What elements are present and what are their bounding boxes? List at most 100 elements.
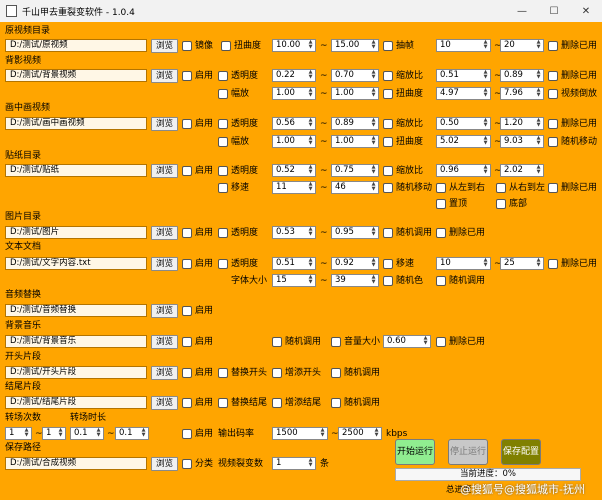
intro-random-checkbox[interactable] <box>331 368 341 378</box>
minimize-button[interactable]: — <box>506 0 538 22</box>
spin-arrows-icon[interactable]: ▲ ▼ <box>370 227 377 238</box>
image-random-checkbox[interactable] <box>383 228 393 238</box>
pip-enable-checkbox[interactable] <box>182 119 192 129</box>
text-enable-checkbox[interactable] <box>182 259 192 269</box>
spin-arrows-icon[interactable]: ▲ ▼ <box>307 182 314 193</box>
browse-source-button[interactable]: 浏览 <box>151 39 178 53</box>
pip-random-move-checkbox[interactable] <box>548 137 558 147</box>
outro-add-checkbox[interactable] <box>272 398 282 408</box>
pip-scale-max[interactable]: 1.20 ▲ ▼ <box>500 117 544 130</box>
spin-arrows-icon[interactable]: ▲ ▼ <box>307 40 314 51</box>
intro-add-checkbox[interactable] <box>272 368 282 378</box>
music-random-checkbox[interactable] <box>272 337 282 347</box>
spin-arrows-icon[interactable]: ▲ ▼ <box>95 428 102 439</box>
browse-audio-button[interactable]: 浏览 <box>151 304 178 318</box>
pip-video-input[interactable]: D:/测试/画中画视频 <box>5 117 147 130</box>
spin-arrows-icon[interactable]: ▲ ▼ <box>482 165 489 176</box>
image-delete-used-checkbox[interactable] <box>436 228 446 238</box>
transition-duration-max[interactable]: 0.1 ▲ ▼ <box>115 427 149 440</box>
bg-distort-checkbox[interactable] <box>383 89 393 99</box>
bg-scale-min[interactable]: 0.51 ▲ ▼ <box>436 69 491 82</box>
spin-arrows-icon[interactable]: ▲ ▼ <box>535 88 542 99</box>
browse-image-button[interactable]: 浏览 <box>151 226 178 240</box>
pip-delete-used-checkbox[interactable] <box>548 119 558 129</box>
intro-replace-checkbox[interactable] <box>218 368 228 378</box>
sticker-scale-checkbox[interactable] <box>383 166 393 176</box>
intro-input[interactable]: D:/测试/开头片段 <box>5 366 147 379</box>
pip-distort-checkbox[interactable] <box>383 137 393 147</box>
source-dir-input[interactable]: D:/测试/原视频 <box>5 39 147 52</box>
pip-scale-min[interactable]: 0.50 ▲ ▼ <box>436 117 491 130</box>
save-config-button[interactable]: 保存配置 <box>501 439 541 465</box>
volume-checkbox[interactable] <box>331 337 341 347</box>
bg-music-input[interactable]: D:/测试/背景音乐 <box>5 335 147 348</box>
close-button[interactable]: ✕ <box>570 0 602 22</box>
audio-enable-checkbox[interactable] <box>182 306 192 316</box>
pip-opacity-min[interactable]: 0.56 ▲ ▼ <box>272 117 316 130</box>
sticker-delete-used-checkbox[interactable] <box>548 183 558 193</box>
bg-delete-used-checkbox[interactable] <box>548 71 558 81</box>
text-doc-input[interactable]: D:/测试/文字内容.txt <box>5 257 147 270</box>
bitrate-max[interactable]: 2500 ▲ ▼ <box>338 427 382 440</box>
spin-arrows-icon[interactable]: ▲ ▼ <box>370 165 377 176</box>
image-opacity-max[interactable]: 0.95 ▲ ▼ <box>331 226 379 239</box>
spin-arrows-icon[interactable]: ▲ ▼ <box>482 70 489 81</box>
text-speed-max[interactable]: 25 ▲ ▼ <box>500 257 544 270</box>
spin-arrows-icon[interactable]: ▲ ▼ <box>422 336 429 347</box>
spin-arrows-icon[interactable]: ▲ ▼ <box>370 70 377 81</box>
sticker-opacity-min[interactable]: 0.52 ▲ ▼ <box>272 164 316 177</box>
spin-arrows-icon[interactable]: ▲ ▼ <box>307 118 314 129</box>
intro-enable-checkbox[interactable] <box>182 368 192 378</box>
music-enable-checkbox[interactable] <box>182 337 192 347</box>
drop-frame-min[interactable]: 10 ▲ ▼ <box>436 39 491 52</box>
source-delete-used-checkbox[interactable] <box>548 41 558 51</box>
spin-arrows-icon[interactable]: ▲ ▼ <box>370 136 377 147</box>
spin-arrows-icon[interactable]: ▲ ▼ <box>373 428 380 439</box>
source-distort-checkbox[interactable] <box>221 41 231 51</box>
text-speed-min[interactable]: 10 ▲ ▼ <box>436 257 491 270</box>
image-enable-checkbox[interactable] <box>182 228 192 238</box>
stop-button[interactable]: 停止运行 <box>448 439 488 465</box>
pip-amp-min[interactable]: 1.00 ▲ ▼ <box>272 135 316 148</box>
spin-arrows-icon[interactable]: ▲ ▼ <box>23 428 30 439</box>
spin-arrows-icon[interactable]: ▲ ▼ <box>307 258 314 269</box>
spin-arrows-icon[interactable]: ▲ ▼ <box>307 70 314 81</box>
volume-spin[interactable]: 0.60 ▲ ▼ <box>383 335 431 348</box>
spin-arrows-icon[interactable]: ▲ ▼ <box>319 428 326 439</box>
bg-scale-checkbox[interactable] <box>383 71 393 81</box>
transition-count-min[interactable]: 1 ▲ ▼ <box>5 427 32 440</box>
right-to-left-checkbox[interactable] <box>496 183 506 193</box>
text-opacity-min[interactable]: 0.51 ▲ ▼ <box>272 257 316 270</box>
audio-replace-input[interactable]: D:/测试/音频替换 <box>5 304 147 317</box>
font-size-max[interactable]: 39 ▲ ▼ <box>331 274 379 287</box>
bg-distort-min[interactable]: 4.97 ▲ ▼ <box>436 87 491 100</box>
pip-scale-checkbox[interactable] <box>383 119 393 129</box>
browse-music-button[interactable]: 浏览 <box>151 335 178 349</box>
spin-arrows-icon[interactable]: ▲ ▼ <box>535 118 542 129</box>
spin-arrows-icon[interactable]: ▲ ▼ <box>482 136 489 147</box>
sticker-opacity-checkbox[interactable] <box>218 166 228 176</box>
outro-replace-checkbox[interactable] <box>218 398 228 408</box>
spin-arrows-icon[interactable]: ▲ ▼ <box>370 258 377 269</box>
spin-arrows-icon[interactable]: ▲ ▼ <box>482 40 489 51</box>
image-opacity-min[interactable]: 0.53 ▲ ▼ <box>272 226 316 239</box>
spin-arrows-icon[interactable]: ▲ ▼ <box>307 165 314 176</box>
sticker-scale-min[interactable]: 0.96 ▲ ▼ <box>436 164 491 177</box>
sticker-random-move-checkbox[interactable] <box>383 183 393 193</box>
browse-intro-button[interactable]: 浏览 <box>151 366 178 380</box>
transition-duration-min[interactable]: 0.1 ▲ ▼ <box>70 427 104 440</box>
browse-outro-button[interactable]: 浏览 <box>151 396 178 410</box>
bitrate-min[interactable]: 1500 ▲ ▼ <box>272 427 328 440</box>
bg-reverse-checkbox[interactable] <box>548 89 558 99</box>
bg-amp-min[interactable]: 1.00 ▲ ▼ <box>272 87 316 100</box>
bg-enable-checkbox[interactable] <box>182 71 192 81</box>
pip-amplitude-checkbox[interactable] <box>218 137 228 147</box>
spin-arrows-icon[interactable]: ▲ ▼ <box>535 136 542 147</box>
pip-opacity-checkbox[interactable] <box>218 119 228 129</box>
drop-frame-max[interactable]: 20 ▲ ▼ <box>500 39 544 52</box>
sticker-opacity-max[interactable]: 0.75 ▲ ▼ <box>331 164 379 177</box>
bg-opacity-min[interactable]: 0.22 ▲ ▼ <box>272 69 316 82</box>
spin-arrows-icon[interactable]: ▲ ▼ <box>370 88 377 99</box>
browse-text-button[interactable]: 浏览 <box>151 257 178 271</box>
spin-arrows-icon[interactable]: ▲ ▼ <box>535 70 542 81</box>
